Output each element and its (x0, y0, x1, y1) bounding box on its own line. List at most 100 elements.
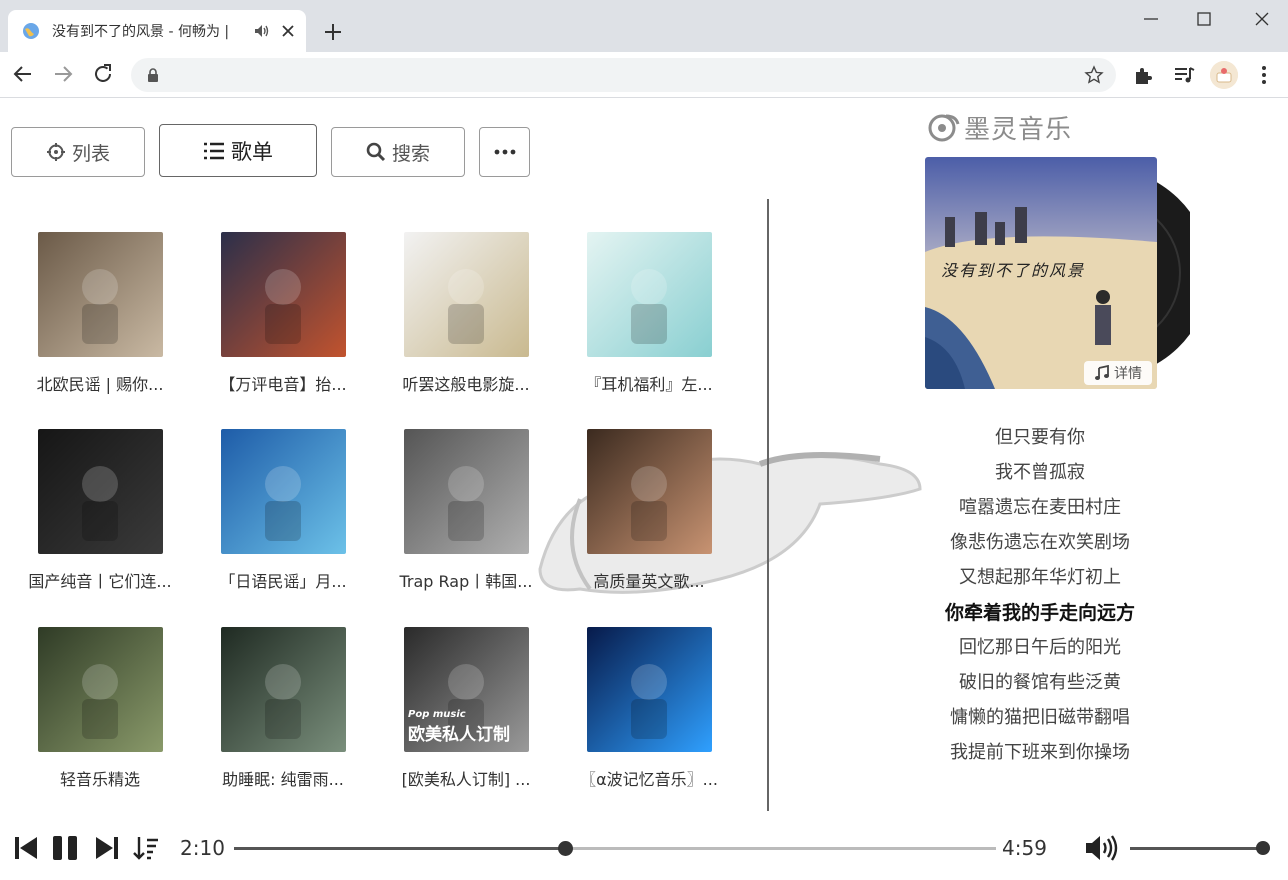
volume-fill (1130, 847, 1263, 850)
album-art-title: 没有到不了的风景 (941, 261, 1086, 280)
volume-icon[interactable] (1084, 834, 1120, 862)
maximize-icon[interactable] (1191, 6, 1217, 32)
volume-knob[interactable] (1256, 841, 1270, 855)
progress-fill (234, 847, 565, 850)
playlist-card[interactable]: 〖α波记忆音乐〗... (564, 627, 734, 790)
logo-icon (928, 114, 960, 141)
detail-button[interactable]: 详情 (1084, 361, 1152, 385)
url-input[interactable] (171, 65, 1051, 85)
playlist-cover[interactable] (586, 232, 712, 357)
playlist-title[interactable]: [欧美私人订制] ... (381, 766, 551, 790)
bookmark-star-icon[interactable] (1084, 65, 1104, 85)
lyric-line: 又想起那年华灯初上 (959, 567, 1121, 588)
lyric-line: 我提前下班来到你操场 (950, 742, 1130, 763)
detail-label: 详情 (1114, 366, 1142, 382)
playlist-card[interactable]: 助睡眠: 纯雷雨... (198, 627, 368, 790)
playlist-title[interactable]: 轻音乐精选 (15, 766, 185, 790)
list-icon (204, 142, 224, 159)
lyric-line-current: 你牵着我的手走向远方 (944, 602, 1135, 624)
lyric-line: 像悲伤遗忘在欢笑剧场 (950, 532, 1130, 553)
playlist-cover[interactable] (220, 232, 346, 357)
new-tab-icon[interactable] (320, 19, 346, 45)
playlist-cover[interactable] (37, 429, 163, 554)
search-button-label: 搜索 (391, 142, 430, 165)
cover-overlay: Pop music 欧美私人订制 (408, 709, 528, 745)
more-button[interactable] (479, 127, 530, 177)
cover-overlay-big: 欧美私人订制 (408, 725, 510, 745)
playlist-card[interactable]: 北欧民谣 | 赐你... (15, 232, 185, 395)
back-icon[interactable] (11, 62, 35, 86)
current-time: 2:10 (180, 836, 225, 860)
globe-icon (23, 23, 39, 39)
playlist-card[interactable]: Trap Rap丨韩国... (381, 429, 551, 592)
playlist-card[interactable]: 听罢这般电影旋... (381, 232, 551, 395)
playlist-title[interactable]: 听罢这般电影旋... (381, 371, 551, 395)
progress-bar[interactable] (234, 841, 996, 856)
playlist-cover[interactable] (220, 429, 346, 554)
profile-avatar[interactable] (1210, 61, 1238, 89)
playlist-title[interactable]: Trap Rap丨韩国... (381, 568, 551, 592)
extensions-puzzle-icon[interactable] (1132, 63, 1156, 87)
previous-track-icon[interactable] (13, 834, 39, 862)
playlist-cover[interactable] (586, 627, 712, 752)
lock-icon (148, 68, 158, 82)
browser-toolbar (0, 52, 1288, 98)
playlist-title[interactable]: 国产纯音丨它们连... (15, 568, 185, 592)
playlist-title[interactable]: 〖α波记忆音乐〗... (564, 766, 734, 790)
playlist-card[interactable]: 轻音乐精选 (15, 627, 185, 790)
more-dots-icon (494, 149, 515, 155)
playlist-cover[interactable] (403, 232, 529, 357)
search-button[interactable]: 搜索 (331, 127, 465, 177)
lyrics-panel: 但只要有你 我不曾孤寂 喧嚣遗忘在麦田村庄 像悲伤遗忘在欢笑剧场 又想起那年华灯初上 你牵… (900, 423, 1180, 773)
playlist-card[interactable]: Pop music 欧美私人订制 [欧美私人订制] ... (381, 627, 551, 790)
panel-divider (767, 199, 769, 811)
playlist-cover[interactable] (220, 627, 346, 752)
playlist-button[interactable]: 歌单 (159, 124, 317, 177)
play-order-icon[interactable] (133, 834, 159, 862)
audio-playing-icon[interactable] (254, 24, 270, 38)
browser-tab-bar: 没有到不了的风景 - 何畅为 | (0, 0, 1288, 52)
app-logo: 墨灵音乐 (928, 109, 1072, 146)
crosshair-icon (46, 143, 65, 161)
album-cover[interactable]: 没有到不了的风景 (925, 157, 1157, 389)
forward-icon[interactable] (51, 62, 75, 86)
lyric-line: 回忆那日午后的阳光 (959, 637, 1121, 658)
media-control-icon[interactable] (1172, 63, 1196, 87)
list-button-label: 列表 (71, 142, 110, 165)
search-icon (366, 142, 386, 162)
tab-title: 没有到不了的风景 - 何畅为 | (52, 24, 230, 40)
minimize-icon[interactable] (1138, 6, 1164, 32)
list-button[interactable]: 列表 (11, 127, 145, 177)
playlist-card[interactable]: 高质量英文歌... (564, 429, 734, 592)
playlist-title[interactable]: 助睡眠: 纯雷雨... (198, 766, 368, 790)
progress-knob[interactable] (557, 841, 573, 856)
playlist-card[interactable]: 「日语民谣」月... (198, 429, 368, 592)
playlist-title[interactable]: 北欧民谣 | 赐你... (15, 371, 185, 395)
music-note-icon (1095, 365, 1109, 380)
browser-tab[interactable]: 没有到不了的风景 - 何畅为 | (8, 10, 306, 52)
playlist-card[interactable]: 『耳机福利』左... (564, 232, 734, 395)
playlist-card[interactable]: 国产纯音丨它们连... (15, 429, 185, 592)
playlist-cover[interactable] (37, 232, 163, 357)
playlist-cover[interactable] (37, 627, 163, 752)
playlist-title[interactable]: 高质量英文歌... (564, 568, 734, 592)
playlist-cover[interactable] (403, 429, 529, 554)
playlist-title[interactable]: 『耳机福利』左... (564, 371, 734, 395)
address-bar[interactable] (131, 58, 1116, 92)
playlist-cover[interactable] (586, 429, 712, 554)
browser-menu-icon[interactable] (1252, 63, 1276, 87)
next-track-icon[interactable] (94, 834, 120, 862)
volume-slider[interactable] (1130, 841, 1270, 855)
playlist-title[interactable]: 「日语民谣」月... (198, 568, 368, 592)
playlist-button-label: 歌单 (231, 139, 273, 164)
music-app: 列表 歌单 搜索 北欧民谣 | 赐你... 【万评电音】抬... 听罢这般电影旋..… (0, 99, 1288, 880)
playlist-card[interactable]: 【万评电音】抬... (198, 232, 368, 395)
lyric-line: 喧嚣遗忘在麦田村庄 (959, 497, 1121, 518)
lyric-line: 但只要有你 (995, 427, 1085, 448)
close-tab-icon[interactable] (280, 23, 296, 39)
window-close-icon[interactable] (1249, 6, 1275, 32)
reload-icon[interactable] (91, 62, 115, 86)
pause-icon[interactable] (51, 834, 79, 862)
playlist-title[interactable]: 【万评电音】抬... (198, 371, 368, 395)
cover-overlay-small: Pop music (408, 709, 466, 720)
